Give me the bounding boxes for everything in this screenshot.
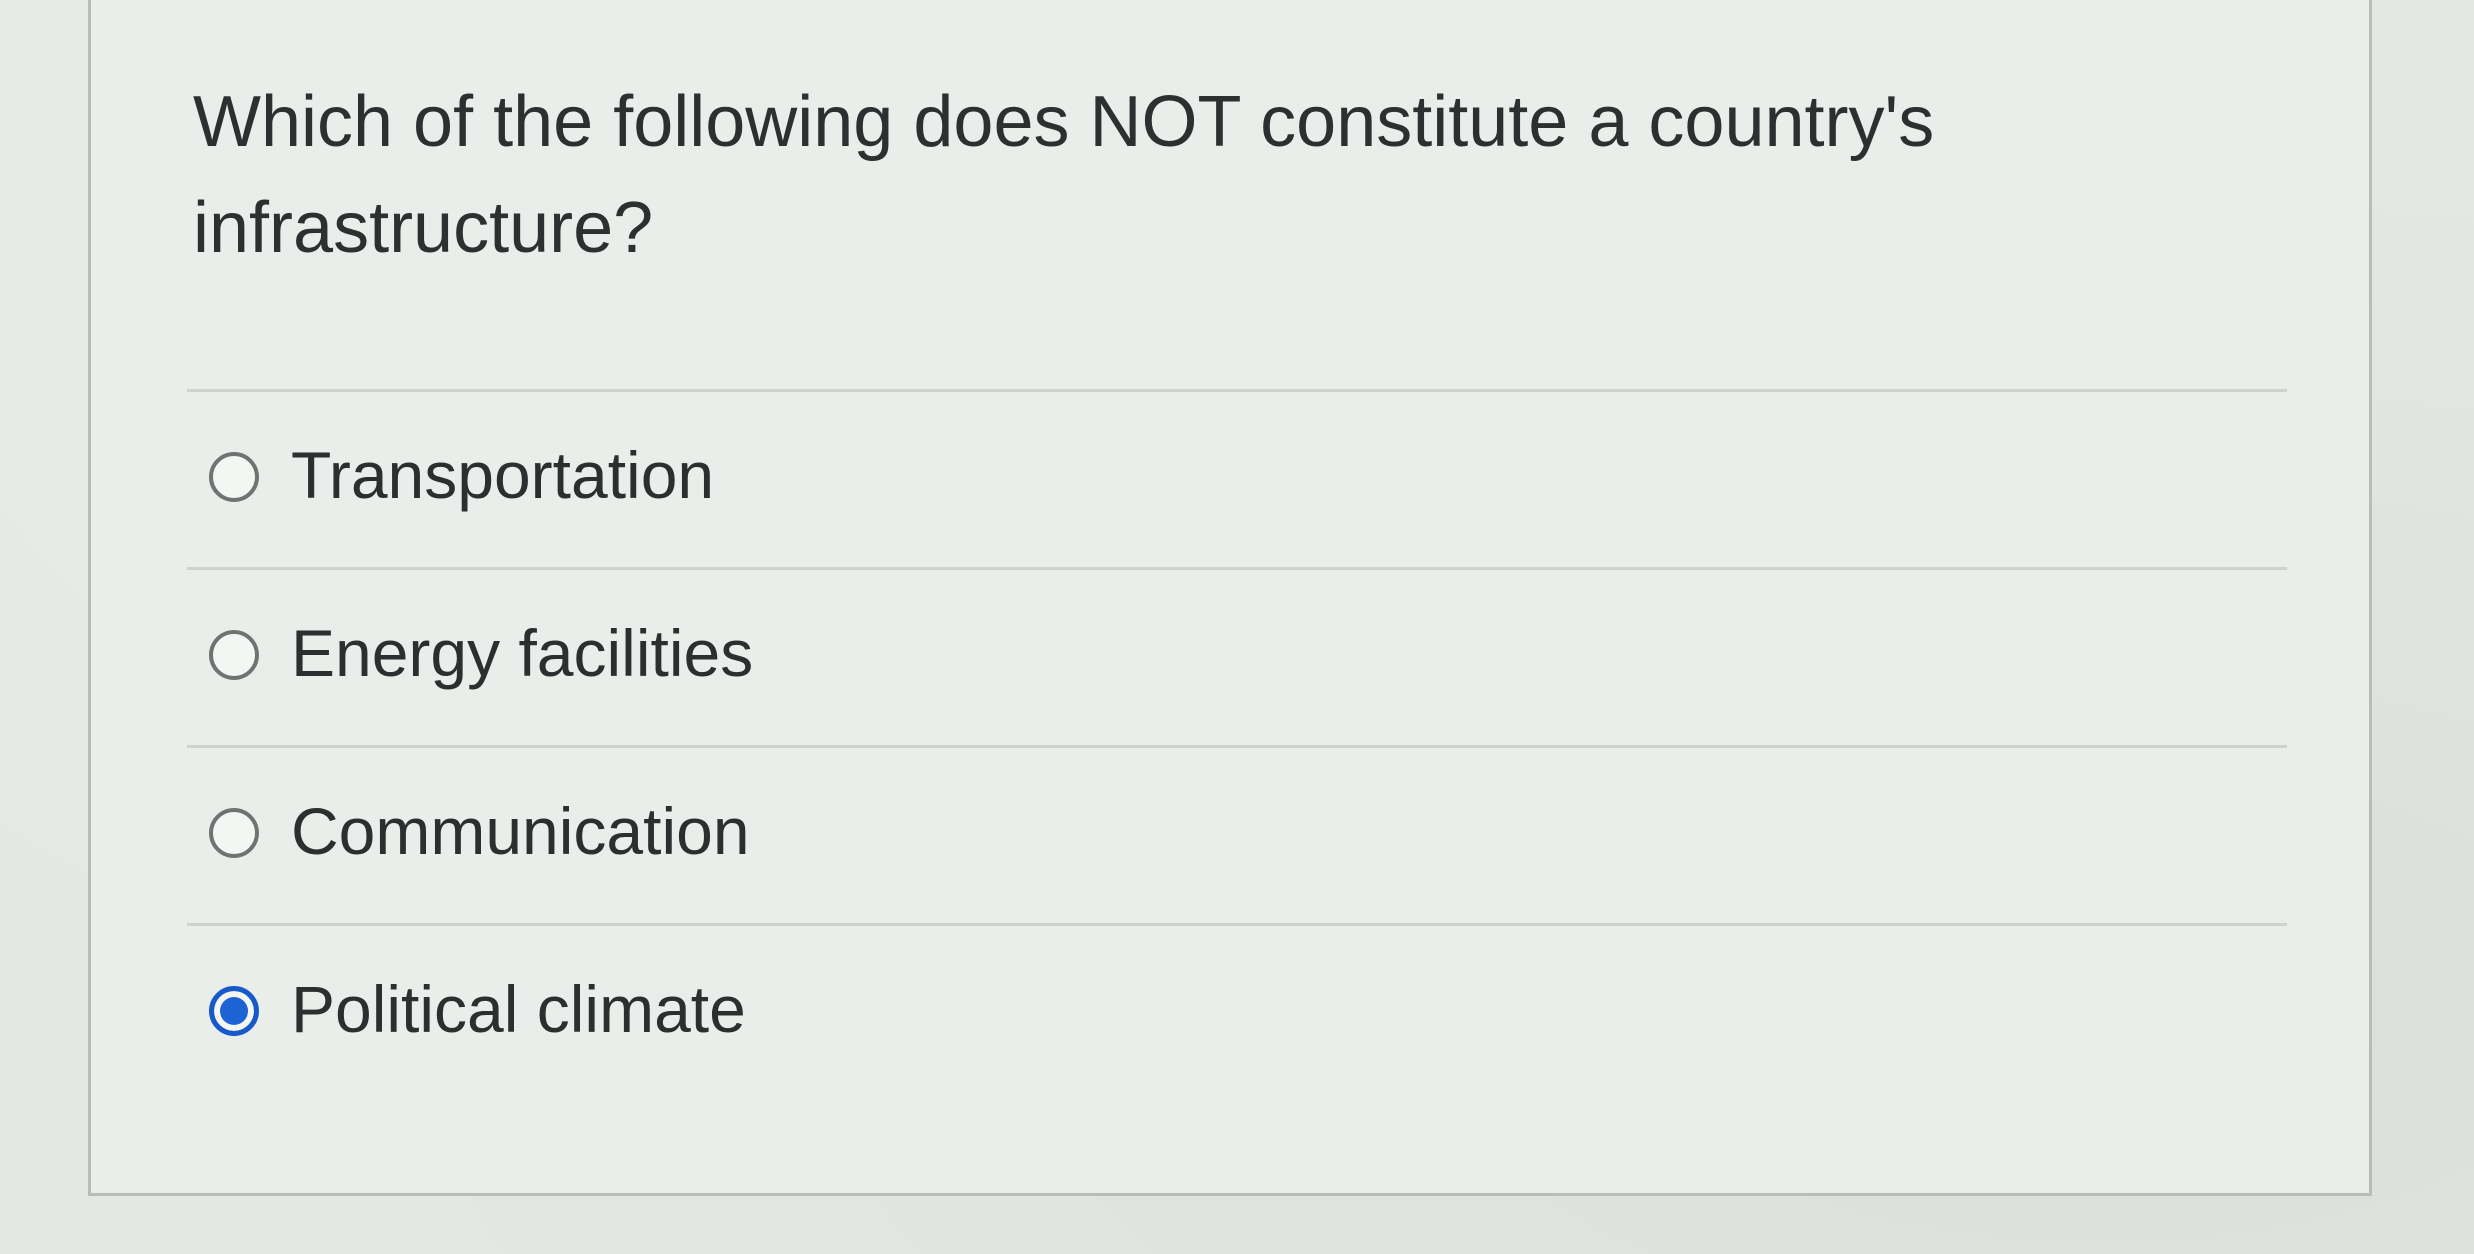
answer-label: Communication <box>291 794 750 868</box>
answer-label: Political climate <box>291 972 746 1046</box>
radio-selected-icon[interactable] <box>209 986 259 1036</box>
radio-unselected-icon[interactable] <box>209 630 259 680</box>
answer-option-transportation[interactable]: Transportation <box>187 389 2287 567</box>
answer-option-political-climate[interactable]: Political climate <box>187 923 2287 1101</box>
question-text: Which of the following does NOT constitu… <box>193 82 1935 268</box>
answer-list: Transportation Energy facilities Communi… <box>187 389 2287 1101</box>
radio-unselected-icon[interactable] <box>209 452 259 502</box>
answer-option-energy-facilities[interactable]: Energy facilities <box>187 567 2287 745</box>
answer-option-communication[interactable]: Communication <box>187 745 2287 923</box>
answer-label: Transportation <box>291 438 715 512</box>
answer-label: Energy facilities <box>291 616 754 690</box>
radio-unselected-icon[interactable] <box>209 808 259 858</box>
question-card: Which of the following does NOT constitu… <box>88 0 2372 1196</box>
